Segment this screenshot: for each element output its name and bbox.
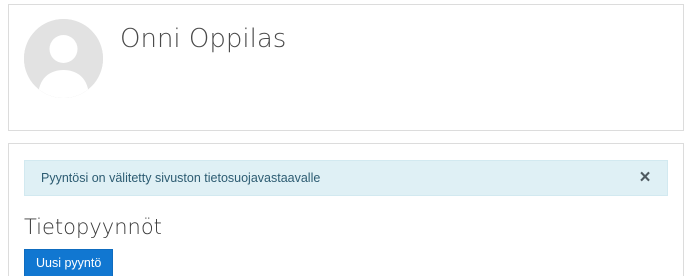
page: Onni Oppilas Pyyntösi on välitetty sivus… [0,0,688,276]
section-title: Tietopyynnöt [24,215,162,239]
data-requests-card: Pyyntösi on välitetty sivuston tietosuoj… [8,143,684,276]
avatar[interactable] [24,19,103,98]
close-icon[interactable]: × [633,161,657,195]
user-avatar-icon [24,19,103,98]
profile-header-card: Onni Oppilas [8,4,684,131]
new-request-button[interactable]: Uusi pyyntö [24,249,114,276]
alert-message: Pyyntösi on välitetty sivuston tietosuoj… [41,171,321,185]
user-full-name: Onni Oppilas [120,24,287,54]
success-alert: Pyyntösi on välitetty sivuston tietosuoj… [24,160,668,196]
